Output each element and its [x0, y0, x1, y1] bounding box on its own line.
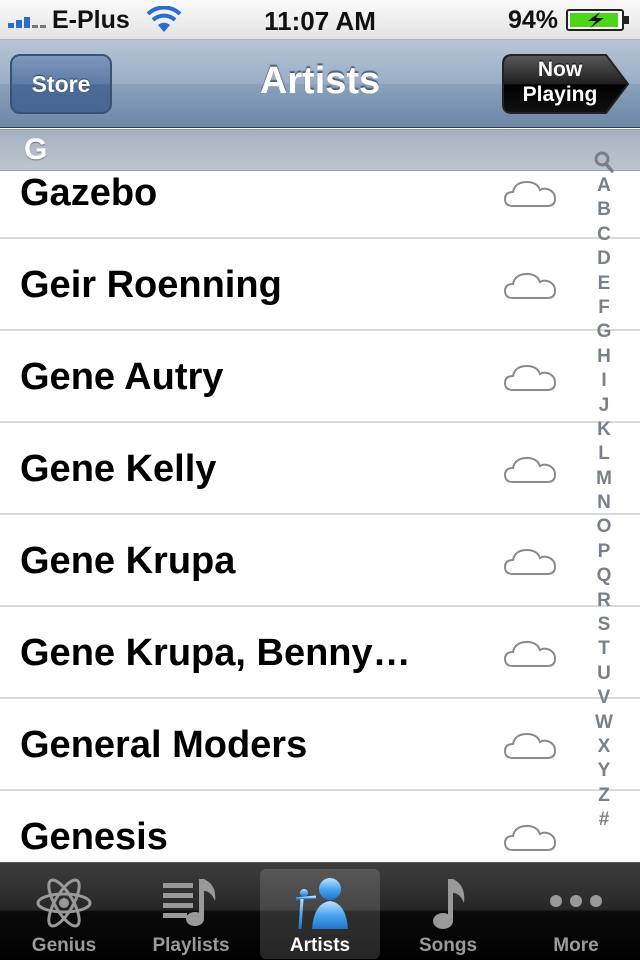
- index-letter[interactable]: Q: [597, 564, 612, 588]
- index-letter[interactable]: E: [598, 272, 611, 296]
- index-letter[interactable]: V: [598, 686, 611, 710]
- list-item[interactable]: Geir Roenning: [0, 239, 640, 331]
- index-letter[interactable]: U: [597, 662, 611, 686]
- artist-list[interactable]: Gazebo Geir Roenning Gene Autry Gene Kelly G…: [0, 171, 640, 862]
- cloud-icon[interactable]: [503, 822, 557, 852]
- cloud-icon[interactable]: [503, 454, 557, 484]
- list-item[interactable]: Gene Autry: [0, 331, 640, 423]
- index-letter[interactable]: D: [597, 247, 611, 271]
- battery-charging-icon: [566, 9, 629, 31]
- index-letter[interactable]: N: [597, 491, 611, 515]
- index-letter[interactable]: P: [598, 540, 611, 564]
- more-dots-icon: [550, 895, 602, 907]
- status-bar: E-Plus 11:07 AM 94%: [0, 0, 640, 40]
- tab-songs[interactable]: Songs: [388, 869, 508, 959]
- tab-label: Genius: [31, 935, 97, 956]
- tab-label: Songs: [418, 935, 478, 956]
- index-letter[interactable]: B: [597, 198, 611, 222]
- list-item[interactable]: General Moders: [0, 699, 640, 791]
- artist-name: Gene Autry: [20, 356, 224, 398]
- navigation-bar: Store Artists Now Playing: [0, 40, 640, 128]
- index-letter[interactable]: G: [597, 320, 612, 344]
- index-letter[interactable]: J: [599, 394, 610, 418]
- atom-icon: [36, 878, 92, 928]
- list-item[interactable]: Gene Krupa, Benny…: [0, 607, 640, 699]
- now-playing-label: Now Playing: [502, 57, 618, 107]
- index-letter[interactable]: H: [597, 345, 611, 369]
- artist-name: General Moders: [20, 724, 308, 766]
- index-letter[interactable]: I: [601, 369, 606, 393]
- cloud-icon[interactable]: [503, 546, 557, 576]
- tab-artists[interactable]: Artists: [260, 869, 380, 959]
- index-letter[interactable]: O: [597, 515, 612, 539]
- tab-label: Playlists: [152, 935, 230, 956]
- index-letter[interactable]: L: [598, 442, 610, 466]
- cloud-icon[interactable]: [503, 638, 557, 668]
- index-letter[interactable]: R: [597, 589, 611, 613]
- index-letter[interactable]: K: [597, 418, 611, 442]
- tab-label: Artists: [289, 935, 351, 956]
- cloud-icon[interactable]: [503, 178, 557, 208]
- cloud-icon[interactable]: [503, 362, 557, 392]
- artist-microphone-icon: [295, 878, 348, 930]
- artist-name: Gene Krupa: [20, 540, 236, 582]
- playlist-icon: [163, 879, 216, 926]
- tab-genius[interactable]: Genius: [4, 869, 124, 959]
- artist-name: Geir Roenning: [20, 264, 282, 306]
- index-letter[interactable]: T: [598, 637, 610, 661]
- index-letter[interactable]: W: [595, 711, 613, 735]
- cloud-icon[interactable]: [503, 270, 557, 300]
- index-letter[interactable]: F: [598, 296, 610, 320]
- list-item[interactable]: Gazebo: [0, 171, 640, 239]
- artist-name: Gene Krupa, Benny…: [20, 632, 411, 674]
- music-note-icon: [433, 879, 465, 929]
- artist-name: Genesis: [20, 816, 168, 858]
- cloud-icon[interactable]: [503, 730, 557, 760]
- now-playing-line1: Now: [537, 58, 583, 81]
- index-letter[interactable]: S: [598, 613, 611, 637]
- tab-label: More: [553, 935, 599, 956]
- index-letter[interactable]: C: [597, 223, 611, 247]
- tab-bar: Genius Playlists Artists Songs More: [0, 862, 640, 960]
- list-item[interactable]: Gene Kelly: [0, 423, 640, 515]
- battery-percent: 94%: [507, 6, 558, 34]
- list-item[interactable]: Genesis: [0, 791, 640, 862]
- alphabet-index[interactable]: A B C D E F G H I J K L M N O P Q R S T U V W X Y Z #: [588, 150, 620, 833]
- index-letter[interactable]: #: [599, 808, 610, 832]
- artist-name: Gazebo: [20, 172, 158, 214]
- index-letter[interactable]: Y: [598, 759, 611, 783]
- index-letter[interactable]: A: [597, 174, 611, 198]
- tab-more[interactable]: More: [516, 869, 636, 959]
- index-letter[interactable]: M: [596, 467, 612, 491]
- index-letter[interactable]: Z: [598, 784, 610, 808]
- search-icon[interactable]: [593, 150, 615, 174]
- list-item[interactable]: Gene Krupa: [0, 515, 640, 607]
- section-header: G: [0, 129, 640, 171]
- index-letter[interactable]: X: [598, 735, 611, 759]
- now-playing-line2: Playing: [522, 83, 598, 106]
- now-playing-button[interactable]: Now Playing: [502, 54, 630, 114]
- tab-playlists[interactable]: Playlists: [131, 869, 251, 959]
- artist-name: Gene Kelly: [20, 448, 217, 490]
